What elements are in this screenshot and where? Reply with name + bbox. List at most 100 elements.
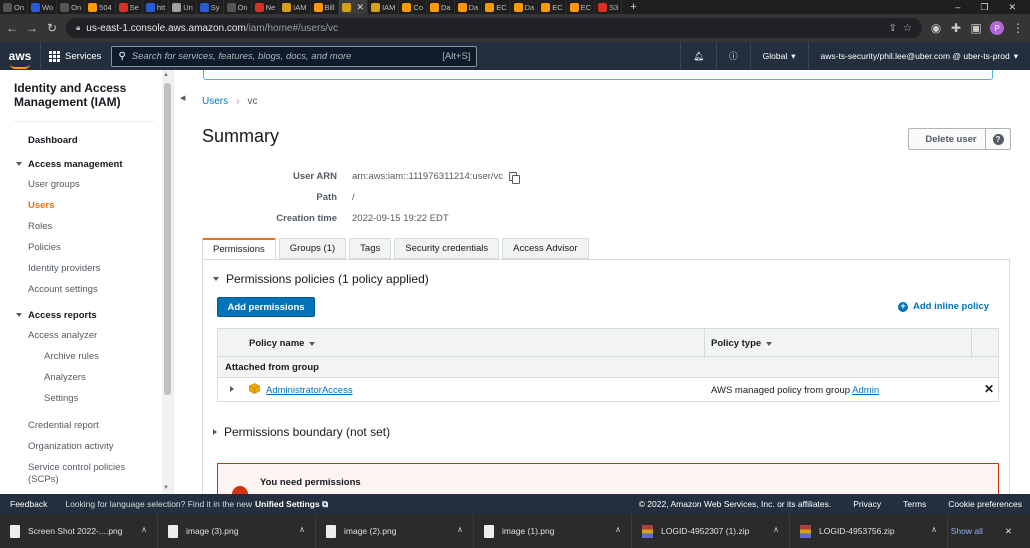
- sidepanel-icon[interactable]: ▣: [970, 21, 982, 35]
- show-all-button[interactable]: Show all: [951, 526, 983, 537]
- remove-policy-icon[interactable]: ✕: [984, 382, 994, 396]
- minimize-icon[interactable]: –: [955, 2, 960, 13]
- chevron-up-icon[interactable]: ∧: [457, 525, 463, 534]
- puzzle-icon[interactable]: ✚: [950, 21, 962, 35]
- sidebar-item-dashboard[interactable]: Dashboard: [28, 135, 78, 146]
- terms-link[interactable]: Terms: [903, 499, 926, 509]
- browser-tab[interactable]: Da: [455, 0, 483, 14]
- browser-tab[interactable]: Da: [427, 0, 455, 14]
- column-policy-type[interactable]: Policy type: [711, 329, 773, 358]
- copy-icon[interactable]: [509, 171, 521, 184]
- sidebar-item-access-analyzer[interactable]: Access analyzer: [28, 330, 97, 341]
- add-permissions-button[interactable]: Add permissions: [217, 297, 315, 317]
- unified-settings-link[interactable]: Unified Settings ⧉: [255, 499, 328, 510]
- sidebar-item-users[interactable]: Users: [28, 200, 54, 211]
- column-policy-name[interactable]: Policy name: [249, 329, 316, 358]
- browser-tab[interactable]: Co: [399, 0, 428, 14]
- sidebar-item-policies[interactable]: Policies: [28, 242, 61, 253]
- browser-tab[interactable]: On: [57, 0, 86, 14]
- sidebar-item-credential-report[interactable]: Credential report: [28, 420, 99, 431]
- sidebar-section-access-management[interactable]: Access management: [16, 159, 123, 170]
- download-item[interactable]: Screen Shot 2022-....png ∧: [0, 514, 158, 548]
- expand-row-icon[interactable]: [230, 386, 234, 392]
- menu-icon[interactable]: ⋮: [1012, 21, 1024, 35]
- browser-tab[interactable]: EC: [538, 0, 567, 14]
- download-item[interactable]: LOGID-4952307 (1).zip ∧: [632, 514, 790, 548]
- url-field[interactable]: 🔒︎ us-east-1.console.aws.amazon.com/iam/…: [66, 18, 922, 38]
- account-menu[interactable]: aws-ts-security/phil.lee@uber.com @ uber…: [807, 42, 1030, 70]
- close-window-icon[interactable]: ✕: [1008, 2, 1016, 13]
- add-inline-policy-link[interactable]: + Add inline policy: [898, 301, 989, 312]
- download-item[interactable]: image (3).png ∧: [158, 514, 316, 548]
- permissions-boundary-header[interactable]: Permissions boundary (not set): [213, 425, 390, 439]
- chevron-up-icon[interactable]: ∧: [931, 525, 937, 534]
- help-button[interactable]: ?: [985, 128, 1011, 150]
- download-item[interactable]: image (2).png ∧: [316, 514, 474, 548]
- help-menu[interactable]: ⓘ: [716, 42, 750, 70]
- browser-tab[interactable]: Sy: [197, 0, 224, 14]
- tab-tags[interactable]: Tags: [349, 238, 392, 259]
- cloudshell-button[interactable]: 🔔︎: [680, 42, 716, 70]
- sidebar-item-archive-rules[interactable]: Archive rules: [44, 351, 99, 362]
- search-box[interactable]: ⚲ [Alt+S]: [111, 45, 478, 67]
- tab-access-advisor[interactable]: Access Advisor: [502, 238, 589, 259]
- chevron-up-icon[interactable]: ∧: [141, 525, 147, 534]
- sidebar-item-analyzers[interactable]: Analyzers: [44, 372, 86, 383]
- new-tab-button[interactable]: +: [622, 1, 644, 13]
- sidebar-item-user-groups[interactable]: User groups: [28, 179, 80, 190]
- search-input[interactable]: [131, 50, 437, 62]
- browser-tab[interactable]: Da: [511, 0, 539, 14]
- region-menu[interactable]: Global ▾: [749, 42, 808, 70]
- profile-avatar[interactable]: P: [990, 21, 1004, 35]
- scroll-down-icon[interactable]: ▼: [163, 485, 169, 491]
- group-admin-link[interactable]: Admin: [852, 385, 879, 396]
- services-menu[interactable]: Services: [40, 42, 109, 70]
- tab-security-credentials[interactable]: Security credentials: [394, 238, 500, 259]
- sidebar-item-account-settings[interactable]: Account settings: [28, 284, 98, 295]
- browser-tab[interactable]: Wo: [28, 0, 58, 14]
- browser-tab[interactable]: ✕: [338, 0, 369, 14]
- browser-tab[interactable]: IAM: [279, 0, 311, 14]
- chevron-up-icon[interactable]: ∧: [299, 525, 305, 534]
- reload-icon[interactable]: ↻: [46, 21, 58, 35]
- browser-tab[interactable]: EC: [567, 0, 596, 14]
- feedback-link[interactable]: Feedback: [10, 499, 47, 509]
- tab-permissions[interactable]: Permissions: [202, 238, 276, 259]
- cookie-preferences-link[interactable]: Cookie preferences: [948, 499, 1022, 509]
- browser-tab[interactable]: 504: [85, 0, 116, 14]
- tab-groups[interactable]: Groups (1): [278, 238, 347, 259]
- browser-tab[interactable]: EC: [482, 0, 511, 14]
- policy-name-link[interactable]: AdministratorAccess: [266, 385, 353, 396]
- download-item[interactable]: LOGID-4953756.zip ∧: [790, 514, 948, 548]
- sidebar-scroll-thumb[interactable]: [164, 83, 171, 395]
- sidebar-item-organization-activity[interactable]: Organization activity: [28, 441, 114, 452]
- chevron-up-icon[interactable]: ∧: [773, 525, 779, 534]
- close-tab-icon[interactable]: ✕: [357, 2, 365, 13]
- breadcrumb-users-link[interactable]: Users: [202, 96, 228, 107]
- chevron-up-icon[interactable]: ∧: [615, 525, 621, 534]
- browser-tab[interactable]: Se: [116, 0, 143, 14]
- sidebar-section-access-reports[interactable]: Access reports: [16, 310, 97, 321]
- delete-user-button[interactable]: Delete user: [908, 128, 994, 150]
- sidebar-item-roles[interactable]: Roles: [28, 221, 52, 232]
- sidebar-item-settings[interactable]: Settings: [44, 393, 78, 404]
- collapse-sidebar-icon[interactable]: ◀: [180, 94, 192, 106]
- star-icon[interactable]: ☆: [903, 23, 912, 34]
- browser-tab[interactable]: On: [224, 0, 252, 14]
- browser-tab[interactable]: IAM: [368, 0, 400, 14]
- aws-logo[interactable]: aws: [0, 49, 40, 69]
- forward-icon[interactable]: →: [26, 21, 38, 35]
- browser-tab[interactable]: Un: [169, 0, 197, 14]
- share-icon[interactable]: ⇪: [889, 23, 897, 34]
- maximize-icon[interactable]: ❐: [980, 2, 988, 13]
- browser-tab[interactable]: Ne: [252, 0, 280, 14]
- close-shelf-icon[interactable]: ✕: [1005, 526, 1012, 537]
- download-item[interactable]: image (1).png ∧: [474, 514, 632, 548]
- sidebar-item-identity-providers[interactable]: Identity providers: [28, 263, 100, 274]
- sidebar-item-scps[interactable]: Service control policies (SCPs): [28, 462, 138, 486]
- privacy-link[interactable]: Privacy: [853, 499, 881, 509]
- browser-tab[interactable]: Bill: [311, 0, 339, 14]
- scroll-up-icon[interactable]: ▲: [163, 72, 169, 78]
- browser-tab[interactable]: On: [0, 0, 29, 14]
- extension-icon[interactable]: ◉: [930, 21, 942, 35]
